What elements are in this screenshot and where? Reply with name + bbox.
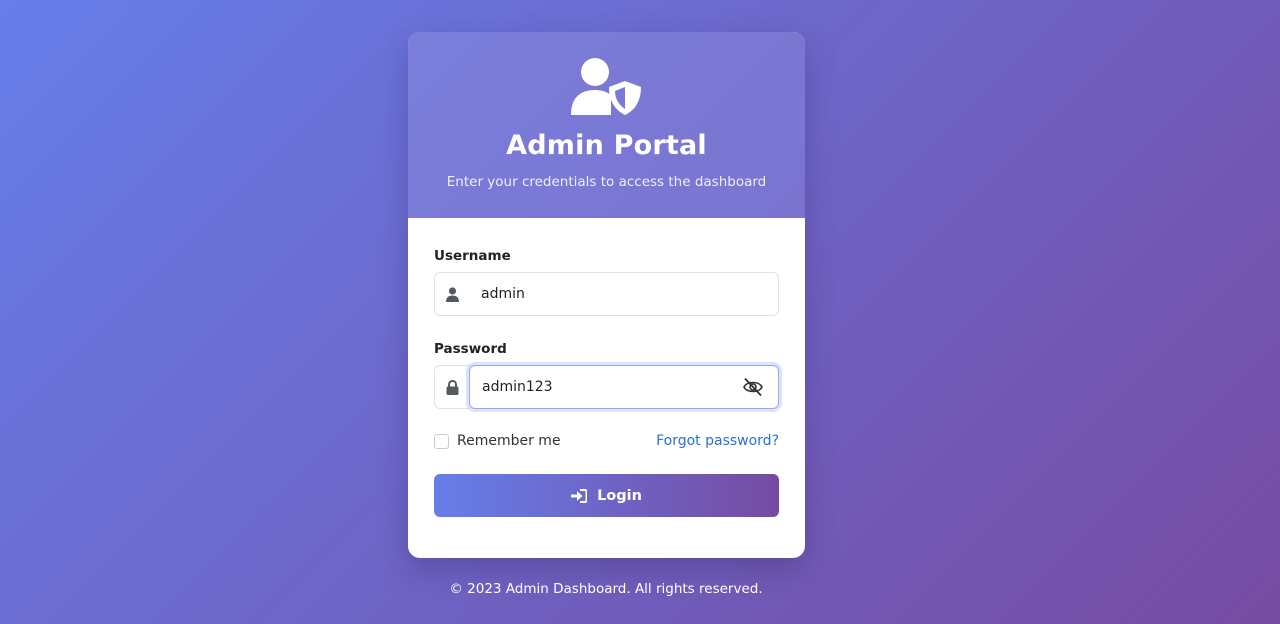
forgot-password-link[interactable]: Forgot password? — [656, 433, 779, 449]
password-label: Password — [434, 341, 507, 357]
username-input[interactable]: admin — [469, 272, 779, 316]
remember-label: Remember me — [457, 433, 561, 449]
password-value: admin123 — [482, 379, 553, 395]
username-addon — [434, 272, 469, 316]
sign-in-icon — [571, 488, 588, 503]
card-header: Admin Portal Enter your credentials to a… — [408, 32, 805, 218]
username-input-group: admin — [434, 272, 779, 316]
password-input-group: admin123 — [434, 365, 779, 409]
password-input[interactable]: admin123 — [469, 365, 779, 409]
username-value: admin — [481, 286, 525, 302]
user-shield-icon — [571, 58, 641, 115]
username-label: Username — [434, 248, 511, 264]
eye-slash-icon[interactable] — [742, 377, 764, 397]
remember-checkbox[interactable] — [434, 433, 449, 449]
login-card: Admin Portal Enter your credentials to a… — [408, 32, 805, 558]
lock-icon — [446, 379, 458, 395]
login-label: Login — [597, 487, 642, 504]
password-addon — [434, 365, 469, 409]
login-button[interactable]: Login — [434, 474, 779, 517]
page-subtitle: Enter your credentials to access the das… — [446, 174, 767, 190]
remember-me[interactable]: Remember me — [434, 433, 561, 449]
user-icon — [445, 286, 459, 302]
page-title: Admin Portal — [506, 130, 707, 161]
footer-copyright: © 2023 Admin Dashboard. All rights reser… — [449, 581, 763, 597]
